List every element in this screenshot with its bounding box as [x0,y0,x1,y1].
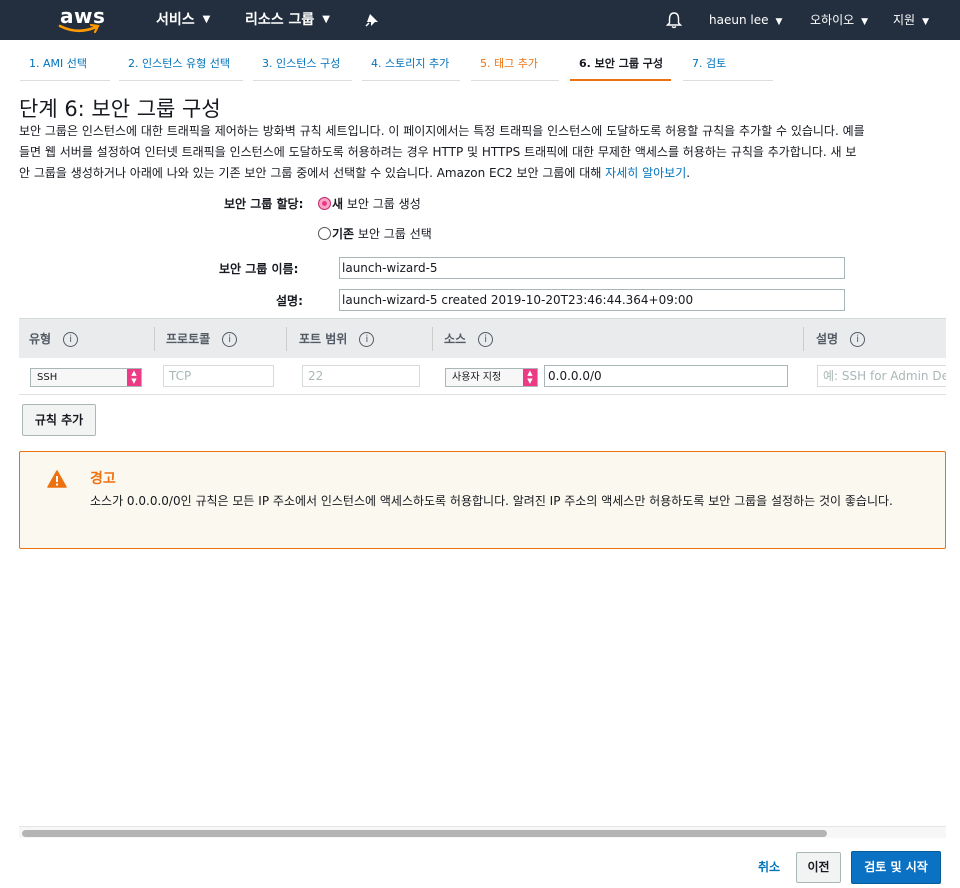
region-menu[interactable]: 오하이오 ▼ [810,0,868,40]
aws-smile-icon [58,24,100,34]
column-divider [803,327,804,351]
source-select-value: 사용자 지정 [452,372,502,383]
radio-existing-text: 보안 그룹 선택 [354,227,432,241]
warning-triangle-icon [47,470,67,488]
step-instance-type[interactable]: 2. 인스턴스 유형 선택 [119,52,243,81]
radio-existing-bold: 기존 [332,227,355,241]
step-add-storage[interactable]: 4. 스토리지 추가 [362,52,460,81]
radio-unselected-icon[interactable] [318,227,331,240]
cancel-button[interactable]: 취소 [752,852,786,883]
select-arrows-icon: ▲ ▼ [523,369,537,386]
chevron-down-icon: ▼ [922,17,930,27]
step-configure-instance[interactable]: 3. 인스턴스 구성 [253,52,352,81]
learn-more-link[interactable]: 자세히 알아보기 [605,166,686,180]
description-text: 안 그룹을 생성하거나 아래에 나와 있는 기존 보안 그룹 중에서 선택할 수… [19,166,606,180]
table-row: SSH ▲ ▼ TCP 22 사용자 지정 ▲ ▼ 0.0.0.0/0 예: SSH… [19,358,946,395]
description-end: . [686,166,691,180]
group-name-input[interactable]: launch-wizard-5 [339,257,845,279]
radio-existing-group[interactable]: 기존 보안 그룹 선택 [318,225,432,242]
chevron-down-icon: ▼ [202,14,211,25]
support-menu[interactable]: 지원 ▼ [893,0,929,40]
header-port-range[interactable]: 포트 범위 i [289,319,375,359]
rules-table-header: 유형 i 프로토콜 i 포트 범위 i 소스 i 설명 i [19,318,946,358]
group-desc-label: 설명: [276,294,303,308]
horizontal-scrollbar[interactable] [19,826,946,838]
group-name-label: 보안 그룹 이름: [219,262,299,276]
chevron-down-icon: ▼ [322,14,330,25]
header-source[interactable]: 소스 i [434,319,494,359]
previous-button[interactable]: 이전 [796,852,841,883]
warning-alert: 경고 소스가 0.0.0.0/0인 규칙은 모든 IP 주소에서 인스턴스에 액… [19,451,946,549]
type-select-value: SSH [37,372,58,383]
warning-body: 소스가 0.0.0.0/0인 규칙은 모든 IP 주소에서 인스턴스에 액세스하… [90,494,893,508]
scrollbar-thumb[interactable] [22,830,827,837]
aws-logo[interactable]: aws [58,4,105,34]
page-title: 단계 6: 보안 그룹 구성 [19,97,221,121]
header-protocol[interactable]: 프로토콜 i [156,319,238,359]
top-navigation: aws 서비스 ▼ 리소스 그룹 ▼ haeun lee ▼ 오하이오 ▼ 지원 ▼ [0,0,960,40]
description-line: 들면 웹 서버를 설정하여 인터넷 트래픽을 인스턴스에 도달하도록 허용하려는… [19,145,857,159]
description-input[interactable]: 예: SSH for Admin Desktop [817,365,946,387]
step-add-tags[interactable]: 5. 태그 추가 [471,52,559,81]
header-source-label: 소스 [444,332,467,346]
resource-groups-label: 리소스 그룹 [245,12,315,28]
info-icon[interactable]: i [63,332,79,347]
assign-group-label: 보안 그룹 할당: [224,197,304,211]
header-type-label: 유형 [29,332,52,346]
port-range-field: 22 [302,365,420,387]
column-divider [154,327,155,351]
warning-title: 경고 [90,471,116,487]
description-line: 보안 그룹은 인스턴스에 대한 트래픽을 제어하는 방화벽 규칙 세트입니다. … [19,124,865,138]
header-type[interactable]: 유형 i [19,319,79,359]
description-line: 안 그룹을 생성하거나 아래에 나와 있는 기존 보안 그룹 중에서 선택할 수… [19,163,944,184]
group-description-input[interactable]: launch-wizard-5 created 2019-10-20T23:46… [339,289,845,311]
column-divider [286,327,287,351]
chevron-down-icon: ▼ [775,17,783,27]
info-icon[interactable]: i [359,332,375,347]
services-menu[interactable]: 서비스 ▼ [156,0,210,40]
radio-new-bold: 새 [332,197,344,211]
header-port-label: 포트 범위 [299,332,348,346]
user-menu[interactable]: haeun lee ▼ [709,0,782,40]
info-icon[interactable]: i [222,332,238,347]
step-security-group[interactable]: 6. 보안 그룹 구성 [570,52,671,81]
select-arrows-icon: ▲ ▼ [127,369,141,386]
step-review[interactable]: 7. 검토 [683,52,773,81]
info-icon[interactable]: i [850,332,866,347]
region-name: 오하이오 [810,13,855,27]
source-select[interactable]: 사용자 지정 ▲ ▼ [445,368,538,387]
review-and-launch-button[interactable]: 검토 및 시작 [851,851,941,884]
column-divider [432,327,433,351]
bell-icon[interactable] [665,0,683,40]
info-icon[interactable]: i [478,332,494,347]
page-description: 보안 그룹은 인스턴스에 대한 트래픽을 제어하는 방화벽 규칙 세트입니다. … [19,121,944,184]
radio-new-text: 보안 그룹 생성 [343,197,421,211]
resource-groups-menu[interactable]: 리소스 그룹 ▼ [245,0,330,40]
add-rule-button[interactable]: 규칙 추가 [22,404,96,436]
type-select[interactable]: SSH ▲ ▼ [30,368,142,387]
header-description[interactable]: 설명 i [806,319,866,359]
step-ami[interactable]: 1. AMI 선택 [20,52,110,81]
radio-new-group[interactable]: 새 보안 그룹 생성 [318,195,421,212]
pushpin-icon[interactable] [365,0,379,40]
chevron-down-icon: ▼ [861,17,869,27]
source-cidr-input[interactable]: 0.0.0.0/0 [544,365,788,387]
radio-selected-icon[interactable] [318,197,331,210]
user-name: haeun lee [709,13,769,27]
services-label: 서비스 [156,12,195,28]
header-description-label: 설명 [816,332,839,346]
header-protocol-label: 프로토콜 [166,332,211,346]
support-label: 지원 [893,13,916,27]
protocol-field: TCP [163,365,274,387]
